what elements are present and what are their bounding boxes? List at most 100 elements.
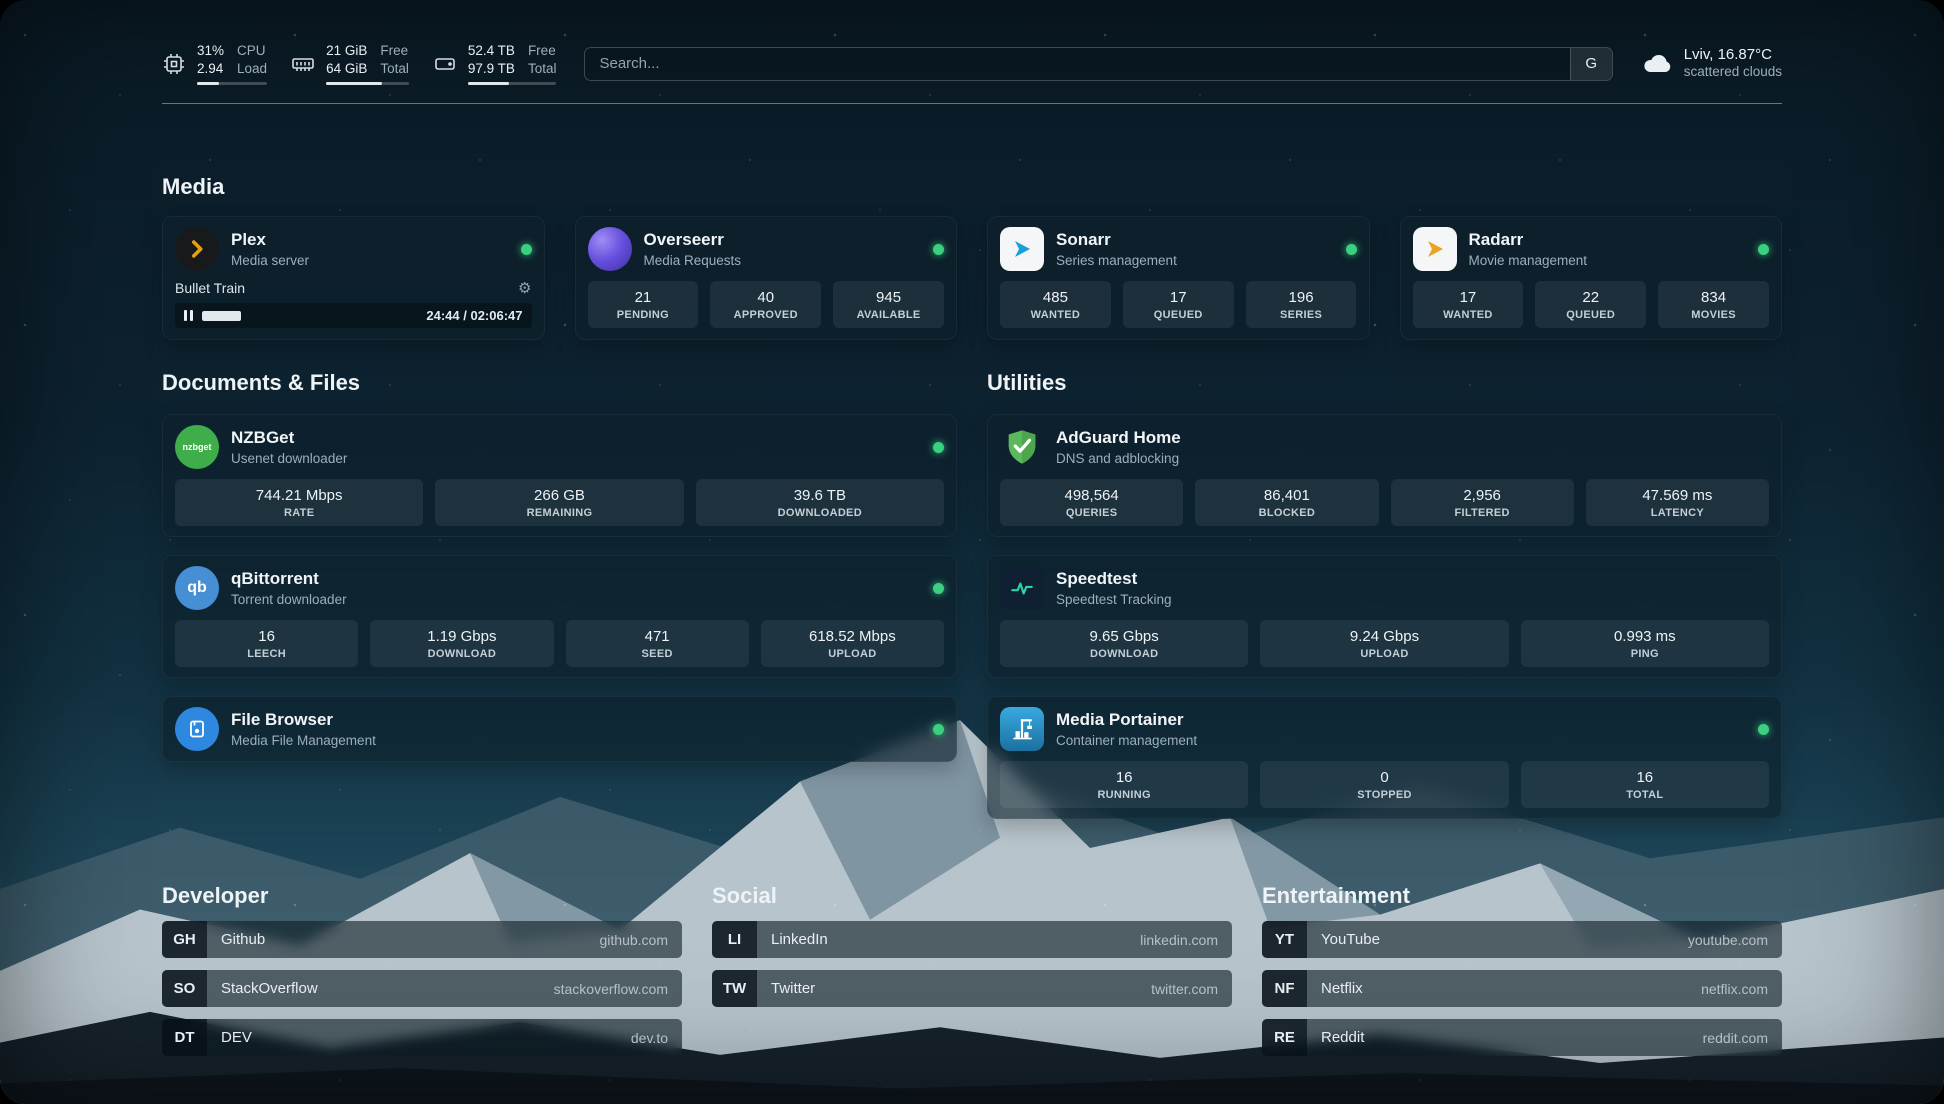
status-dot — [933, 244, 944, 255]
status-dot — [1346, 244, 1357, 255]
gear-icon[interactable]: ⚙ — [518, 281, 531, 296]
stat-wanted: 485 WANTED — [1000, 281, 1111, 328]
cpu-icon — [162, 52, 186, 76]
overseerr-icon — [588, 227, 632, 271]
stat-download: 1.19 Gbps DOWNLOAD — [370, 620, 553, 667]
disk-total-value: 97.9 TB — [468, 60, 515, 78]
bookmark-name: LinkedIn — [771, 931, 828, 948]
section-title-media: Media — [162, 174, 1782, 200]
qbittorrent-icon: qb — [175, 566, 219, 610]
sonarr-card[interactable]: Sonarr Series management 485 WANTED 17 Q… — [987, 216, 1370, 340]
stat-latency: 47.569 ms LATENCY — [1586, 479, 1769, 526]
nzbget-card[interactable]: nzbget NZBGet Usenet downloader 744.21 M… — [162, 414, 957, 537]
cpu-load-value: 2.94 — [197, 60, 224, 78]
nzbget-icon: nzbget — [175, 425, 219, 469]
stat-upload: 618.52 Mbps UPLOAD — [761, 620, 944, 667]
bookmark-linkedin[interactable]: LI LinkedIn linkedin.com — [712, 921, 1232, 958]
section-title-documents: Documents & Files — [162, 370, 957, 396]
bookmark-reddit[interactable]: RE Reddit reddit.com — [1262, 1019, 1782, 1056]
status-dot — [933, 442, 944, 453]
service-subtitle: Usenet downloader — [231, 451, 347, 466]
bookmark-group-social: Social LI LinkedIn linkedin.com TW Twitt… — [712, 883, 1232, 1056]
stat-upload: 9.24 Gbps UPLOAD — [1260, 620, 1508, 667]
bookmark-name: Reddit — [1321, 1029, 1364, 1046]
bookmark-twitter[interactable]: TW Twitter twitter.com — [712, 970, 1232, 1007]
bookmark-abbr: RE — [1262, 1019, 1307, 1056]
playback-progress-bar[interactable]: 24:44 / 02:06:47 — [175, 303, 532, 328]
pause-icon[interactable] — [184, 310, 193, 321]
stat-download: 9.65 Gbps DOWNLOAD — [1000, 620, 1248, 667]
disk-total-label: Total — [528, 60, 557, 78]
status-dot — [1758, 244, 1769, 255]
bookmark-github[interactable]: GH Github github.com — [162, 921, 682, 958]
resource-widgets: 31% 2.94 CPU Load — [162, 42, 556, 85]
bookmark-group-entertainment: Entertainment YT YouTube youtube.com NF … — [1262, 883, 1782, 1056]
plex-card[interactable]: Plex Media server Bullet Train ⚙ 24:44 /… — [162, 216, 545, 340]
section-title-entertainment: Entertainment — [1262, 883, 1782, 909]
section-title-developer: Developer — [162, 883, 682, 909]
adguard-card[interactable]: AdGuard Home DNS and adblocking 498,564 … — [987, 414, 1782, 537]
stat-movies: 834 MOVIES — [1658, 281, 1769, 328]
service-subtitle: DNS and adblocking — [1056, 451, 1181, 466]
bookmark-url: linkedin.com — [1140, 932, 1218, 948]
bookmark-abbr: NF — [1262, 970, 1307, 1007]
service-subtitle: Series management — [1056, 253, 1177, 268]
overseerr-card[interactable]: Overseerr Media Requests 21 PENDING 40 A… — [575, 216, 958, 340]
portainer-card[interactable]: Media Portainer Container management 16 … — [987, 696, 1782, 819]
bookmark-url: reddit.com — [1703, 1030, 1768, 1046]
stat-downloaded: 39.6 TB DOWNLOADED — [696, 479, 944, 526]
memory-icon — [291, 52, 315, 76]
search-input[interactable] — [585, 48, 1569, 80]
filebrowser-card[interactable]: File Browser Media File Management — [162, 696, 957, 762]
memory-widget: 21 GiB 64 GiB Free Total — [291, 42, 409, 85]
bookmark-name: YouTube — [1321, 931, 1380, 948]
bookmark-dev[interactable]: DT DEV dev.to — [162, 1019, 682, 1056]
plex-icon — [175, 227, 219, 271]
bookmark-name: Netflix — [1321, 980, 1363, 997]
disk-free-label: Free — [528, 42, 557, 60]
speedtest-icon — [1000, 566, 1044, 610]
stat-filtered: 2,956 FILTERED — [1391, 479, 1574, 526]
qbittorrent-card[interactable]: qb qBittorrent Torrent downloader 16 LEE… — [162, 555, 957, 678]
service-name: Media Portainer — [1056, 710, 1197, 730]
stat-series: 196 SERIES — [1246, 281, 1357, 328]
stat-leech: 16 LEECH — [175, 620, 358, 667]
service-name: AdGuard Home — [1056, 428, 1181, 448]
bookmark-url: github.com — [600, 932, 668, 948]
bookmark-youtube[interactable]: YT YouTube youtube.com — [1262, 921, 1782, 958]
service-name: Radarr — [1469, 230, 1588, 250]
cpu-label: CPU — [237, 42, 267, 60]
service-subtitle: Speedtest Tracking — [1056, 592, 1172, 607]
filebrowser-icon — [175, 707, 219, 751]
adguard-icon — [1000, 425, 1044, 469]
search-provider-button[interactable]: G — [1570, 48, 1612, 80]
radarr-icon — [1413, 227, 1457, 271]
bookmark-abbr: YT — [1262, 921, 1307, 958]
bookmark-name: Twitter — [771, 980, 815, 997]
bookmark-group-developer: Developer GH Github github.com SO StackO… — [162, 883, 682, 1056]
status-dot — [521, 244, 532, 255]
bookmark-abbr: DT — [162, 1019, 207, 1056]
bookmark-url: youtube.com — [1688, 932, 1768, 948]
status-dot — [933, 724, 944, 735]
stat-pending: 21 PENDING — [588, 281, 699, 328]
service-subtitle: Media server — [231, 253, 309, 268]
bookmark-name: Github — [221, 931, 265, 948]
bookmarks-grid: Developer GH Github github.com SO StackO… — [162, 883, 1782, 1056]
stat-ping: 0.993 ms PING — [1521, 620, 1769, 667]
service-name: Speedtest — [1056, 569, 1172, 589]
radarr-card[interactable]: Radarr Movie management 17 WANTED 22 QUE… — [1400, 216, 1783, 340]
middle-columns: Documents & Files nzbget NZBGet Usenet d… — [162, 370, 1782, 819]
bookmark-netflix[interactable]: NF Netflix netflix.com — [1262, 970, 1782, 1007]
disk-icon — [433, 52, 457, 76]
service-name: File Browser — [231, 710, 376, 730]
weather-condition: scattered clouds — [1684, 64, 1782, 81]
service-name: qBittorrent — [231, 569, 347, 589]
bookmark-abbr: TW — [712, 970, 757, 1007]
topbar: 31% 2.94 CPU Load — [162, 42, 1782, 85]
speedtest-card[interactable]: Speedtest Speedtest Tracking 9.65 Gbps D… — [987, 555, 1782, 678]
memory-usage-bar — [326, 82, 409, 85]
bookmark-stackoverflow[interactable]: SO StackOverflow stackoverflow.com — [162, 970, 682, 1007]
section-title-social: Social — [712, 883, 1232, 909]
stat-available: 945 AVAILABLE — [833, 281, 944, 328]
